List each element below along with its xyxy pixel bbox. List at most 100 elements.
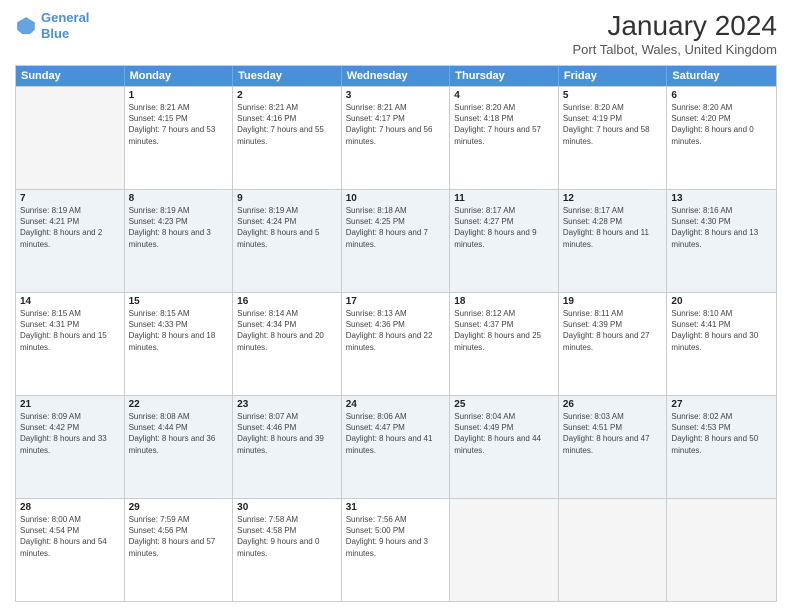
calendar-cell: 7 Sunrise: 8:19 AMSunset: 4:21 PMDayligh…	[16, 190, 125, 292]
cell-info: Sunrise: 8:10 AMSunset: 4:41 PMDaylight:…	[671, 308, 772, 353]
cell-date: 22	[129, 399, 229, 410]
cell-date: 9	[237, 193, 337, 204]
cell-info: Sunrise: 8:15 AMSunset: 4:31 PMDaylight:…	[20, 308, 120, 353]
day-header-monday: Monday	[125, 66, 234, 86]
day-header-wednesday: Wednesday	[342, 66, 451, 86]
calendar-cell: 20 Sunrise: 8:10 AMSunset: 4:41 PMDaylig…	[667, 293, 776, 395]
calendar-cell	[667, 499, 776, 601]
cell-info: Sunrise: 8:20 AMSunset: 4:19 PMDaylight:…	[563, 102, 663, 147]
calendar-week-1: 1 Sunrise: 8:21 AMSunset: 4:15 PMDayligh…	[16, 86, 776, 189]
cell-date: 29	[129, 502, 229, 513]
cell-info: Sunrise: 8:11 AMSunset: 4:39 PMDaylight:…	[563, 308, 663, 353]
cell-info: Sunrise: 8:13 AMSunset: 4:36 PMDaylight:…	[346, 308, 446, 353]
cell-date: 23	[237, 399, 337, 410]
location: Port Talbot, Wales, United Kingdom	[573, 42, 778, 57]
calendar-cell: 16 Sunrise: 8:14 AMSunset: 4:34 PMDaylig…	[233, 293, 342, 395]
calendar-cell: 18 Sunrise: 8:12 AMSunset: 4:37 PMDaylig…	[450, 293, 559, 395]
calendar-cell: 27 Sunrise: 8:02 AMSunset: 4:53 PMDaylig…	[667, 396, 776, 498]
cell-info: Sunrise: 8:12 AMSunset: 4:37 PMDaylight:…	[454, 308, 554, 353]
calendar-cell: 17 Sunrise: 8:13 AMSunset: 4:36 PMDaylig…	[342, 293, 451, 395]
cell-info: Sunrise: 8:19 AMSunset: 4:21 PMDaylight:…	[20, 205, 120, 250]
logo-text: General Blue	[41, 10, 89, 41]
cell-date: 16	[237, 296, 337, 307]
calendar-cell: 29 Sunrise: 7:59 AMSunset: 4:56 PMDaylig…	[125, 499, 234, 601]
cell-date: 3	[346, 90, 446, 101]
calendar-cell: 15 Sunrise: 8:15 AMSunset: 4:33 PMDaylig…	[125, 293, 234, 395]
calendar-cell	[16, 87, 125, 189]
calendar-cell	[450, 499, 559, 601]
cell-info: Sunrise: 8:21 AMSunset: 4:17 PMDaylight:…	[346, 102, 446, 147]
cell-date: 5	[563, 90, 663, 101]
calendar-cell: 28 Sunrise: 8:00 AMSunset: 4:54 PMDaylig…	[16, 499, 125, 601]
calendar-cell: 21 Sunrise: 8:09 AMSunset: 4:42 PMDaylig…	[16, 396, 125, 498]
calendar-cell: 31 Sunrise: 7:56 AMSunset: 5:00 PMDaylig…	[342, 499, 451, 601]
cell-date: 1	[129, 90, 229, 101]
calendar-cell: 22 Sunrise: 8:08 AMSunset: 4:44 PMDaylig…	[125, 396, 234, 498]
calendar-cell: 5 Sunrise: 8:20 AMSunset: 4:19 PMDayligh…	[559, 87, 668, 189]
calendar-cell: 4 Sunrise: 8:20 AMSunset: 4:18 PMDayligh…	[450, 87, 559, 189]
day-header-saturday: Saturday	[667, 66, 776, 86]
calendar-cell: 23 Sunrise: 8:07 AMSunset: 4:46 PMDaylig…	[233, 396, 342, 498]
cell-date: 4	[454, 90, 554, 101]
calendar-cell	[559, 499, 668, 601]
cell-date: 17	[346, 296, 446, 307]
calendar-cell: 13 Sunrise: 8:16 AMSunset: 4:30 PMDaylig…	[667, 190, 776, 292]
cell-date: 26	[563, 399, 663, 410]
day-header-friday: Friday	[559, 66, 668, 86]
calendar-cell: 10 Sunrise: 8:18 AMSunset: 4:25 PMDaylig…	[342, 190, 451, 292]
page: General Blue January 2024 Port Talbot, W…	[0, 0, 792, 612]
calendar-cell: 2 Sunrise: 8:21 AMSunset: 4:16 PMDayligh…	[233, 87, 342, 189]
calendar-cell: 24 Sunrise: 8:06 AMSunset: 4:47 PMDaylig…	[342, 396, 451, 498]
cell-date: 28	[20, 502, 120, 513]
cell-info: Sunrise: 8:19 AMSunset: 4:24 PMDaylight:…	[237, 205, 337, 250]
calendar-cell: 14 Sunrise: 8:15 AMSunset: 4:31 PMDaylig…	[16, 293, 125, 395]
cell-info: Sunrise: 8:07 AMSunset: 4:46 PMDaylight:…	[237, 411, 337, 456]
calendar: Sunday Monday Tuesday Wednesday Thursday…	[15, 65, 777, 602]
cell-date: 8	[129, 193, 229, 204]
cell-info: Sunrise: 7:56 AMSunset: 5:00 PMDaylight:…	[346, 514, 446, 559]
calendar-week-4: 21 Sunrise: 8:09 AMSunset: 4:42 PMDaylig…	[16, 395, 776, 498]
cell-info: Sunrise: 7:59 AMSunset: 4:56 PMDaylight:…	[129, 514, 229, 559]
calendar-cell: 6 Sunrise: 8:20 AMSunset: 4:20 PMDayligh…	[667, 87, 776, 189]
day-header-sunday: Sunday	[16, 66, 125, 86]
calendar-cell: 12 Sunrise: 8:17 AMSunset: 4:28 PMDaylig…	[559, 190, 668, 292]
cell-info: Sunrise: 8:20 AMSunset: 4:18 PMDaylight:…	[454, 102, 554, 147]
calendar-cell: 11 Sunrise: 8:17 AMSunset: 4:27 PMDaylig…	[450, 190, 559, 292]
calendar-week-3: 14 Sunrise: 8:15 AMSunset: 4:31 PMDaylig…	[16, 292, 776, 395]
calendar-cell: 19 Sunrise: 8:11 AMSunset: 4:39 PMDaylig…	[559, 293, 668, 395]
logo-line1: General	[41, 10, 89, 25]
cell-date: 18	[454, 296, 554, 307]
logo-line2: Blue	[41, 26, 69, 41]
cell-date: 7	[20, 193, 120, 204]
cell-info: Sunrise: 8:21 AMSunset: 4:15 PMDaylight:…	[129, 102, 229, 147]
cell-date: 20	[671, 296, 772, 307]
cell-date: 13	[671, 193, 772, 204]
cell-date: 30	[237, 502, 337, 513]
day-header-thursday: Thursday	[450, 66, 559, 86]
calendar-cell: 1 Sunrise: 8:21 AMSunset: 4:15 PMDayligh…	[125, 87, 234, 189]
logo-icon	[15, 15, 37, 37]
cell-info: Sunrise: 8:08 AMSunset: 4:44 PMDaylight:…	[129, 411, 229, 456]
cell-date: 2	[237, 90, 337, 101]
calendar-cell: 3 Sunrise: 8:21 AMSunset: 4:17 PMDayligh…	[342, 87, 451, 189]
calendar-cell: 26 Sunrise: 8:03 AMSunset: 4:51 PMDaylig…	[559, 396, 668, 498]
cell-info: Sunrise: 7:58 AMSunset: 4:58 PMDaylight:…	[237, 514, 337, 559]
calendar-week-5: 28 Sunrise: 8:00 AMSunset: 4:54 PMDaylig…	[16, 498, 776, 601]
cell-info: Sunrise: 8:14 AMSunset: 4:34 PMDaylight:…	[237, 308, 337, 353]
cell-date: 19	[563, 296, 663, 307]
cell-date: 6	[671, 90, 772, 101]
day-header-tuesday: Tuesday	[233, 66, 342, 86]
calendar-cell: 30 Sunrise: 7:58 AMSunset: 4:58 PMDaylig…	[233, 499, 342, 601]
cell-info: Sunrise: 8:21 AMSunset: 4:16 PMDaylight:…	[237, 102, 337, 147]
calendar-body: 1 Sunrise: 8:21 AMSunset: 4:15 PMDayligh…	[16, 86, 776, 601]
cell-date: 11	[454, 193, 554, 204]
cell-info: Sunrise: 8:02 AMSunset: 4:53 PMDaylight:…	[671, 411, 772, 456]
cell-info: Sunrise: 8:03 AMSunset: 4:51 PMDaylight:…	[563, 411, 663, 456]
cell-date: 24	[346, 399, 446, 410]
cell-date: 10	[346, 193, 446, 204]
calendar-week-2: 7 Sunrise: 8:19 AMSunset: 4:21 PMDayligh…	[16, 189, 776, 292]
cell-date: 27	[671, 399, 772, 410]
header: General Blue January 2024 Port Talbot, W…	[15, 10, 777, 57]
calendar-cell: 25 Sunrise: 8:04 AMSunset: 4:49 PMDaylig…	[450, 396, 559, 498]
cell-date: 14	[20, 296, 120, 307]
